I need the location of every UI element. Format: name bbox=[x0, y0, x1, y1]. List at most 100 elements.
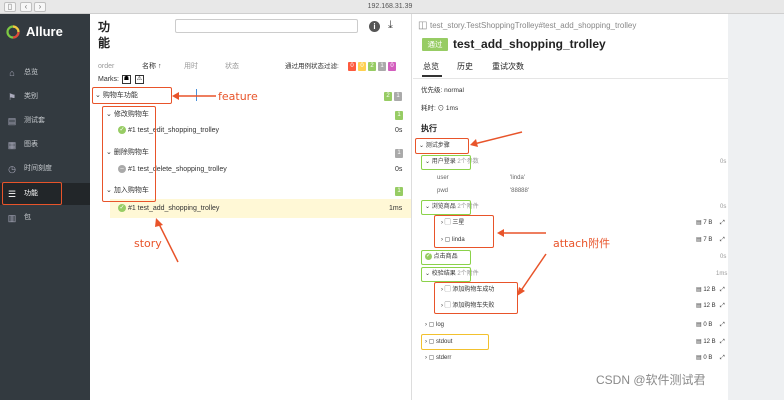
address-bar[interactable]: 192.168.31.39 bbox=[330, 2, 450, 12]
story-count: 1 bbox=[395, 111, 403, 120]
breadcrumb: test_story.TestShoppingTrolley#test_add_… bbox=[430, 21, 637, 30]
clock-icon: ◷ bbox=[8, 164, 16, 174]
execution-heading: 执行 bbox=[421, 124, 437, 133]
attachment-size: ▤ 7 B bbox=[696, 237, 713, 243]
attachment-row[interactable]: › ▢ stderr bbox=[425, 354, 451, 363]
attachment-size: ▤ 7 B bbox=[696, 220, 713, 226]
test-duration: 1ms bbox=[389, 205, 403, 212]
package-icon: ▥ bbox=[7, 213, 17, 223]
step-duration: 0s bbox=[720, 254, 727, 260]
sort-asc-icon: ↑ bbox=[157, 63, 162, 70]
attachment-row[interactable]: › ▢ log bbox=[425, 321, 444, 330]
duration: 耗时: ⊙ 1ms bbox=[421, 105, 459, 112]
sidebar-item-timeline[interactable]: ◷ 时间刻度 bbox=[0, 158, 90, 180]
sort-order[interactable]: order bbox=[98, 62, 114, 72]
sort-status[interactable]: 状态 bbox=[225, 62, 239, 72]
step-duration: 0s bbox=[720, 204, 727, 210]
sidebar-item-packages[interactable]: ▥ 包 bbox=[0, 207, 90, 229]
highlight-box-step bbox=[421, 267, 471, 282]
file-icon: ▤ bbox=[696, 322, 702, 328]
briefcase-icon: ▤ bbox=[7, 116, 17, 126]
arrow-annotation-attach bbox=[497, 229, 546, 237]
allure-logo-icon bbox=[6, 25, 20, 39]
step-duration: 1ms bbox=[716, 271, 728, 277]
filter-unknown[interactable]: 0 bbox=[388, 62, 396, 71]
search-input[interactable] bbox=[175, 19, 358, 33]
file-icon: ▢ bbox=[428, 355, 435, 361]
expand-icon[interactable]: ⤢ bbox=[720, 338, 725, 347]
sidebar-item-graphs[interactable]: ▦ 图表 bbox=[0, 134, 90, 156]
expand-icon[interactable]: ⤢ bbox=[720, 286, 725, 295]
arrow-annotation-steps bbox=[470, 131, 523, 147]
arrow-annotation-feature bbox=[172, 92, 216, 100]
priority: 优先级: normal bbox=[421, 87, 464, 94]
download-icon[interactable]: ⤓ bbox=[388, 19, 393, 32]
expand-icon[interactable]: ⤢ bbox=[720, 354, 725, 363]
chart-icon: ▦ bbox=[7, 140, 17, 150]
tab-retries[interactable]: 重试次数 bbox=[492, 62, 524, 72]
mark-flaky-icon[interactable]: ☗ bbox=[122, 75, 131, 84]
filter-failed[interactable]: 0 bbox=[348, 62, 356, 71]
highlight-box-stdout bbox=[421, 334, 489, 350]
brand-name: Allure bbox=[26, 24, 63, 39]
flag-icon: ⚑ bbox=[7, 92, 17, 102]
attachment-size: ▤ 12 B bbox=[696, 303, 716, 309]
highlight-box-stories bbox=[102, 106, 156, 202]
expand-icon[interactable]: ⤢ bbox=[720, 321, 725, 330]
annotation-story: story bbox=[134, 237, 162, 250]
test-duration: 0s bbox=[395, 166, 403, 173]
highlight-box-step bbox=[421, 250, 471, 265]
param-value: '88888' bbox=[510, 188, 529, 194]
tab-overview[interactable]: 总览 bbox=[423, 62, 439, 72]
story-count: 1 bbox=[395, 187, 403, 196]
feature-skip-count: 1 bbox=[394, 92, 402, 101]
file-icon: ▢ bbox=[428, 322, 435, 328]
divider bbox=[413, 78, 728, 79]
expand-icon[interactable]: ⤢ bbox=[720, 219, 725, 228]
tree-test-row-selected[interactable]: ✓ #1 test_add_shopping_trolley bbox=[118, 204, 219, 214]
file-icon: ▤ bbox=[696, 339, 702, 345]
expand-icon[interactable]: ⤢ bbox=[720, 302, 725, 311]
filter-passed[interactable]: 2 bbox=[368, 62, 376, 71]
status-badge: 通过 bbox=[422, 38, 448, 51]
tab-history[interactable]: 历史 bbox=[457, 62, 473, 72]
right-gutter bbox=[728, 14, 784, 400]
highlight-box-step bbox=[421, 155, 471, 170]
chevron-right-icon: › bbox=[425, 355, 427, 361]
file-icon: ▤ bbox=[696, 220, 702, 226]
sidebar-item-overview[interactable]: ⌂ 总览 bbox=[0, 62, 90, 84]
arrow-annotation-attach-2 bbox=[517, 253, 547, 296]
file-icon: ▤ bbox=[696, 303, 702, 309]
param-key: user bbox=[437, 175, 449, 181]
brand[interactable]: Allure bbox=[0, 14, 90, 50]
attachment-size: ▤ 0 B bbox=[696, 355, 713, 361]
filter-broken[interactable]: 0 bbox=[358, 62, 366, 71]
info-icon[interactable]: i bbox=[369, 21, 380, 32]
file-icon: ▤ bbox=[696, 355, 702, 361]
expand-icon[interactable]: ⤢ bbox=[720, 236, 725, 245]
highlight-box-steps bbox=[415, 138, 469, 154]
highlight-box-behaviors bbox=[2, 182, 62, 205]
feature-pass-count: 2 bbox=[384, 92, 392, 101]
window-controls-icon[interactable]: ▯ bbox=[4, 2, 16, 12]
attachment-size: ▤ 12 B bbox=[696, 339, 716, 345]
step-duration: 0s bbox=[720, 159, 727, 165]
story-count: 1 bbox=[395, 149, 403, 158]
forward-icon[interactable]: › bbox=[34, 2, 46, 12]
page-title: 功能 bbox=[98, 20, 111, 50]
mark-new-failed-icon[interactable]: ⚠ bbox=[135, 75, 144, 84]
back-icon[interactable]: ‹ bbox=[20, 2, 32, 12]
attachment-size: ▤ 12 B bbox=[696, 287, 716, 293]
highlight-box-attachments bbox=[434, 215, 494, 248]
filter-skipped[interactable]: 1 bbox=[378, 62, 386, 71]
highlight-box-attachments bbox=[434, 282, 518, 314]
test-title: test_add_shopping_trolley bbox=[453, 37, 606, 51]
sort-duration[interactable]: 用时 bbox=[184, 62, 198, 72]
filter-label: 通过用例状态过滤: bbox=[285, 63, 339, 70]
file-icon: ▤ bbox=[696, 287, 702, 293]
sidebar-item-suites[interactable]: ▤ 测试套 bbox=[0, 110, 90, 132]
highlight-box-feature bbox=[92, 87, 172, 104]
tab-active-indicator bbox=[422, 75, 442, 77]
sort-name[interactable]: 名称 ↑ bbox=[142, 62, 161, 72]
sidebar-item-categories[interactable]: ⚑ 类别 bbox=[0, 86, 90, 108]
